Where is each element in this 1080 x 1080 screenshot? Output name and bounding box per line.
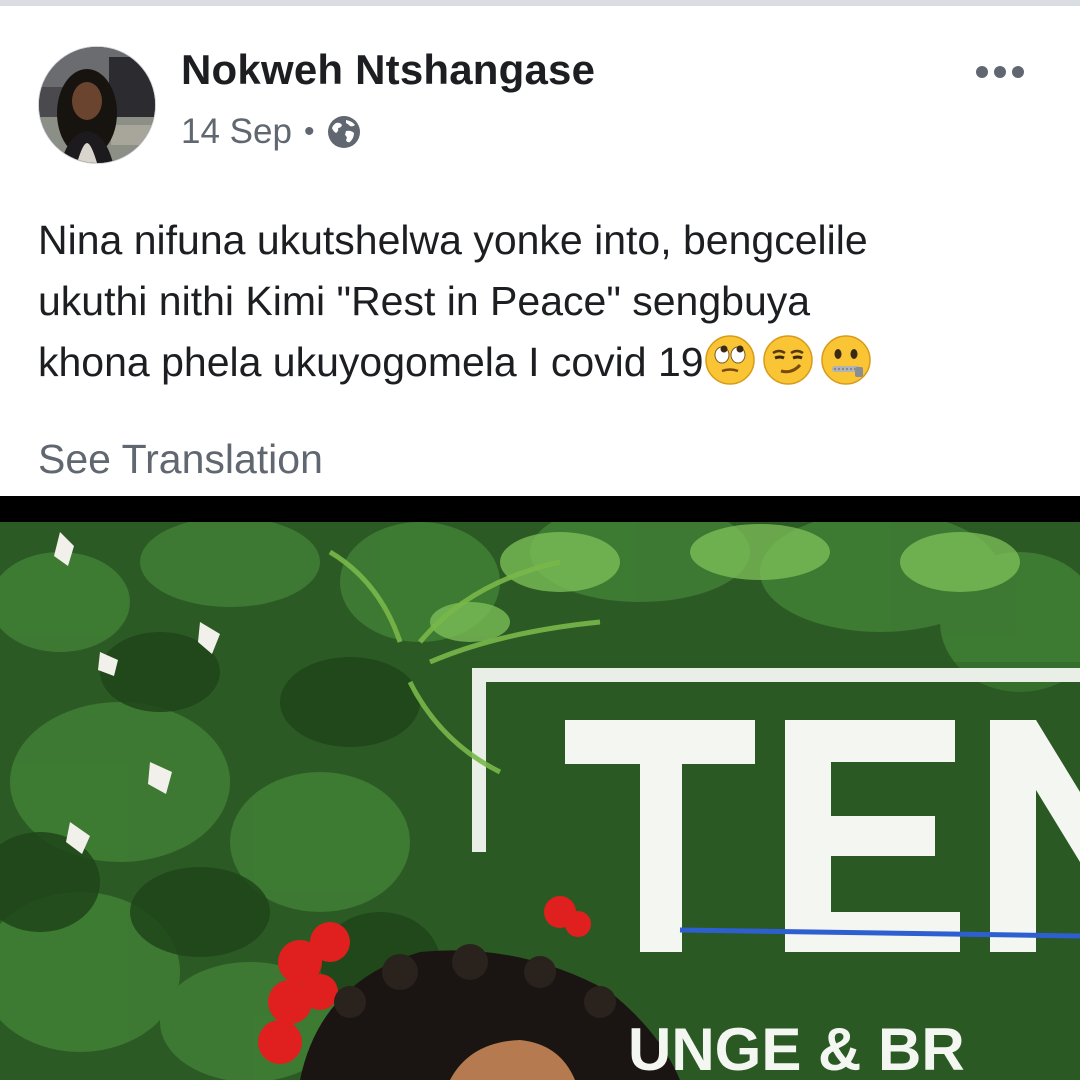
see-translation-link[interactable]: See Translation	[38, 436, 323, 483]
post-meta: 14 Sep •	[181, 112, 362, 152]
post-photo-image: UNGE & BR	[0, 522, 1080, 1080]
post-text-line-last: khona phela ukuyogomela I covid 19	[38, 332, 1048, 393]
post-text-line-content: ukuthi nithi Kimi "Rest in Peace" sengbu…	[38, 278, 811, 324]
post-screenshot: Nokweh Ntshangase 14 Sep • Nina nifuna u…	[0, 0, 1080, 1080]
post-body-text: Nina nifuna ukutshelwa yonke into, bengc…	[38, 210, 1048, 393]
sign-small-text: UNGE & BR	[628, 1016, 965, 1080]
author-avatar[interactable]	[38, 46, 156, 164]
post-text-line-content: khona phela ukuyogomela I covid 19	[38, 339, 704, 385]
meta-separator: •	[303, 115, 315, 148]
more-options-icon[interactable]	[968, 52, 1032, 92]
post-text-line: ukuthi nithi Kimi "Rest in Peace" sengbu…	[38, 271, 1048, 332]
zipper-mouth-face-emoji	[820, 334, 872, 386]
post-text-line: Nina nifuna ukutshelwa yonke into, bengc…	[38, 217, 868, 263]
smirking-face-emoji	[762, 334, 814, 386]
globe-icon[interactable]	[326, 114, 362, 150]
post-date[interactable]: 14 Sep	[181, 112, 292, 152]
post-photo[interactable]: UNGE & BR	[0, 496, 1080, 1080]
avatar-photo	[39, 47, 155, 163]
post-header: Nokweh Ntshangase 14 Sep •	[0, 6, 1080, 176]
author-name[interactable]: Nokweh Ntshangase	[181, 46, 595, 94]
face-with-rolling-eyes-emoji	[704, 334, 756, 386]
